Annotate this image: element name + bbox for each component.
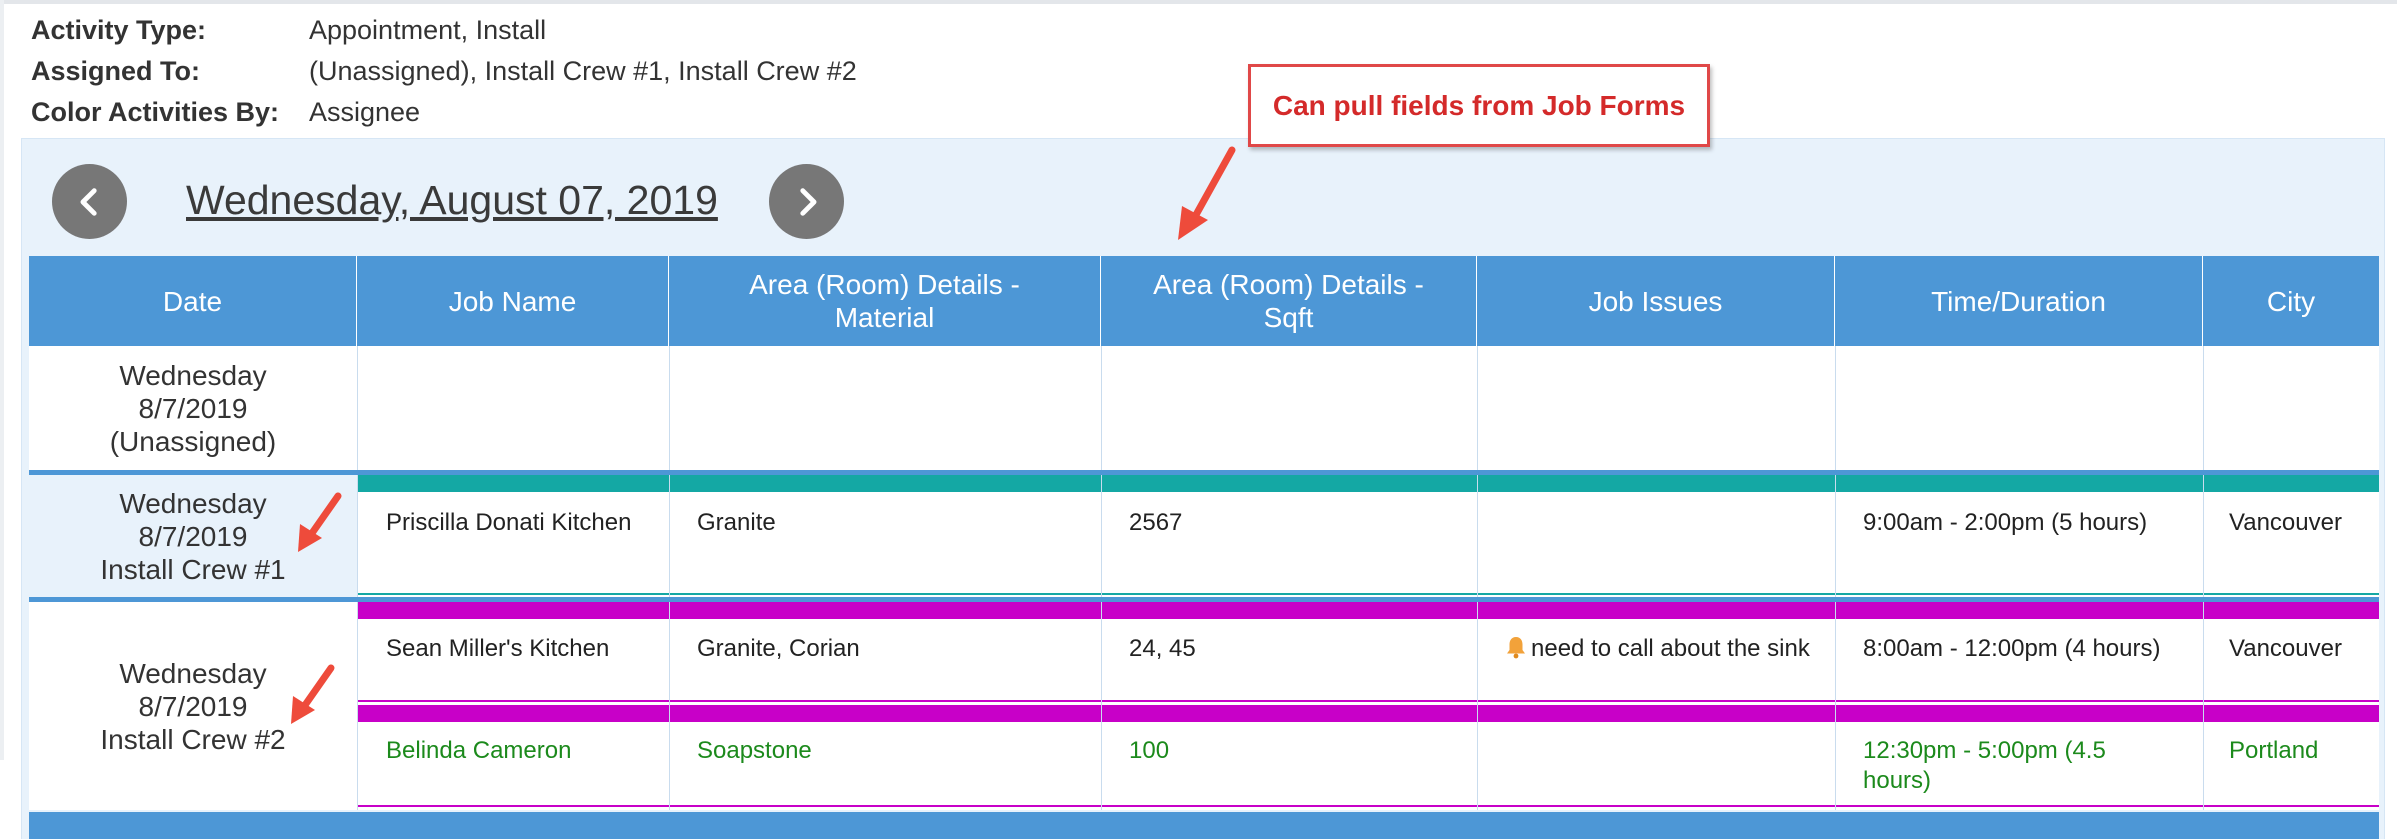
sqft-cell: 2567: [1129, 509, 1183, 536]
column-divider: [1835, 602, 1836, 810]
date-cell: Wednesday 8/7/2019 (Unassigned): [29, 346, 357, 470]
date-weekday: Wednesday: [119, 359, 267, 391]
material-cell: Soapstone: [697, 737, 812, 764]
assignee-group-unassigned: Wednesday 8/7/2019 (Unassigned): [29, 346, 2379, 470]
column-divider: [1477, 475, 1478, 597]
date-value: 8/7/2019: [138, 520, 248, 552]
column-divider: [1477, 346, 1478, 470]
job-name-link[interactable]: Belinda Cameron: [386, 736, 656, 766]
time-cell: 8:00am - 12:00pm (4 hours): [1863, 635, 2161, 662]
chevron-left-icon: [80, 187, 97, 216]
top-border: [0, 0, 2397, 4]
date-value: 8/7/2019: [138, 690, 248, 722]
column-divider: [1835, 346, 1836, 470]
annotation-arrow-icon: [1178, 146, 1236, 240]
column-header-material[interactable]: Area (Room) Details - Material: [669, 256, 1101, 346]
column-divider: [669, 602, 670, 810]
column-divider: [2203, 346, 2204, 470]
filter-label: Color Activities By:: [31, 97, 280, 127]
column-header-city[interactable]: City: [2203, 256, 2379, 346]
current-date-link[interactable]: Wednesday, August 07, 2019: [186, 172, 718, 228]
column-divider: [357, 346, 358, 470]
next-day-button[interactable]: [769, 164, 844, 239]
job-name-link[interactable]: Sean Miller's Kitchen: [386, 634, 656, 664]
city-cell: Vancouver: [2229, 635, 2342, 662]
assignee-group-crew-2: Wednesday 8/7/2019 Install Crew #2 Sean …: [29, 602, 2379, 810]
crew-color-underline: [358, 593, 2379, 595]
annotation-text: Can pull fields from Job Forms: [1272, 89, 1686, 121]
annotation-arrow-icon: [291, 664, 335, 724]
filter-value: Assignee: [309, 97, 421, 127]
column-header-job-name[interactable]: Job Name: [357, 256, 669, 346]
date-weekday: Wednesday: [119, 657, 267, 689]
time-cell: 9:00am - 2:00pm (5 hours): [1863, 509, 2148, 536]
crew-color-underline: [358, 700, 2379, 702]
column-divider: [1835, 475, 1836, 597]
sqft-cell: 100: [1129, 737, 1170, 764]
issue-text: need to call about the sink: [1531, 635, 1810, 662]
material-cell: Granite: [697, 509, 776, 536]
assignee-group-crew-1: Wednesday 8/7/2019 Install Crew #1 Prisc…: [29, 475, 2379, 597]
table-header: Date Job Name Area (Room) Details - Mate…: [29, 256, 2379, 346]
date-value: 8/7/2019: [138, 392, 248, 424]
column-divider: [1101, 602, 1102, 810]
crew-color-bar: [358, 705, 2379, 722]
column-divider: [669, 475, 670, 597]
city-cell: Vancouver: [2229, 509, 2342, 536]
date-weekday: Wednesday: [119, 487, 267, 519]
crew-color-bar: [358, 475, 2379, 492]
crew-color-underline: [358, 805, 2379, 807]
job-name-link[interactable]: Priscilla Donati Kitchen: [386, 508, 656, 538]
column-divider: [2203, 475, 2204, 597]
issues-cell: need to call about the sink: [1505, 634, 1825, 667]
annotation-callout: Can pull fields from Job Forms: [1248, 64, 1710, 147]
table-body: Wednesday 8/7/2019 (Unassigned) Wednesda…: [29, 346, 2379, 839]
column-divider: [357, 602, 358, 810]
material-cell: Granite, Corian: [697, 635, 860, 662]
assignee-name: (Unassigned): [109, 425, 277, 457]
annotation-arrow-icon: [298, 492, 342, 552]
chevron-right-icon: [799, 187, 816, 216]
previous-day-button[interactable]: [52, 164, 127, 239]
assignee-name: Install Crew #2: [100, 723, 286, 755]
assignee-name: Install Crew #1: [100, 553, 286, 585]
filter-label: Assigned To:: [31, 56, 201, 86]
left-border: [0, 0, 4, 760]
column-divider: [669, 346, 670, 470]
sqft-cell: 24, 45: [1129, 635, 1196, 662]
crew-color-bar: [358, 602, 2379, 619]
time-cell: 12:30pm - 5:00pm (4.5 hours): [1863, 737, 2106, 794]
column-divider: [2203, 602, 2204, 810]
column-divider: [1101, 346, 1102, 470]
table-footer-bar: [29, 812, 2379, 839]
filter-label: Activity Type:: [31, 15, 207, 45]
column-header-sqft[interactable]: Area (Room) Details - Sqft: [1101, 256, 1477, 346]
filter-value: (Unassigned), Install Crew #1, Install C…: [309, 56, 857, 86]
column-header-job-issues[interactable]: Job Issues: [1477, 256, 1835, 346]
city-cell: Portland: [2229, 737, 2319, 764]
filter-value: Appointment, Install: [309, 15, 547, 45]
column-divider: [1477, 602, 1478, 810]
column-header-date[interactable]: Date: [29, 256, 357, 346]
column-header-time-duration[interactable]: Time/Duration: [1835, 256, 2203, 346]
bell-icon: [1505, 635, 1527, 667]
column-divider: [1101, 475, 1102, 597]
